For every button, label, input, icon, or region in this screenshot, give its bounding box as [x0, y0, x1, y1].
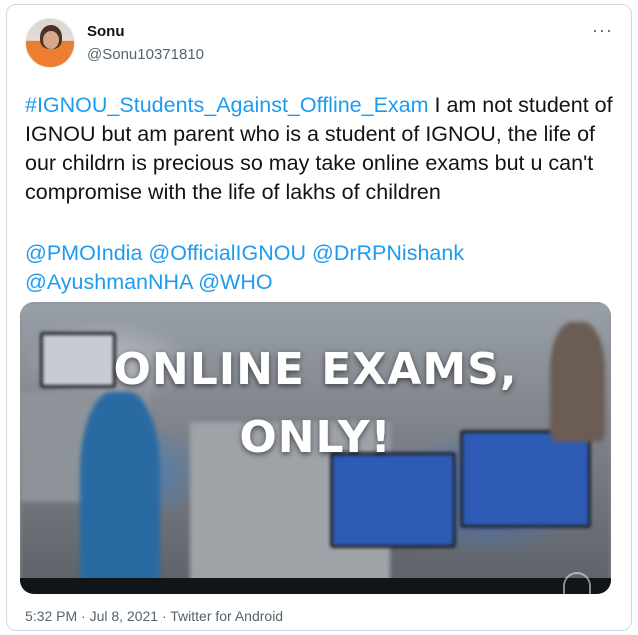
watermark-logo-icon — [563, 572, 591, 594]
mentions: @PMOIndia @OfficialIGNOU @DrRPNishank @A… — [25, 239, 615, 297]
mention-link[interactable]: @AyushmanNHA — [25, 270, 192, 294]
tweet-text: #IGNOU_Students_Against_Offline_Exam I a… — [25, 91, 615, 207]
more-icon[interactable]: ··· — [592, 21, 613, 39]
media-image[interactable]: ONLINE EXAMS, ONLY! — [20, 302, 611, 594]
author-handle[interactable]: @Sonu10371810 — [87, 46, 204, 63]
avatar-face — [43, 31, 59, 49]
media-bottom-bar — [20, 578, 611, 594]
mention-link[interactable]: @DrRPNishank — [312, 241, 464, 265]
hashtag-link[interactable]: #IGNOU_Students_Against_Offline_Exam — [25, 93, 429, 117]
avatar-shirt — [32, 49, 70, 67]
author-display-name[interactable]: Sonu — [87, 23, 125, 40]
mention-link[interactable]: @WHO — [198, 270, 272, 294]
avatar[interactable] — [25, 18, 75, 68]
media-caption-line1: ONLINE EXAMS, — [113, 344, 518, 395]
mention-link[interactable]: @OfficialIGNOU — [148, 241, 306, 265]
tweet-meta[interactable]: 5:32 PM · Jul 8, 2021 · Twitter for Andr… — [25, 608, 283, 624]
mention-link[interactable]: @PMOIndia — [25, 241, 142, 265]
monitor-screen — [330, 452, 456, 548]
media-caption-line2: ONLY! — [239, 412, 392, 463]
tweet-card: Sonu @Sonu10371810 ··· #IGNOU_Students_A… — [6, 4, 632, 631]
